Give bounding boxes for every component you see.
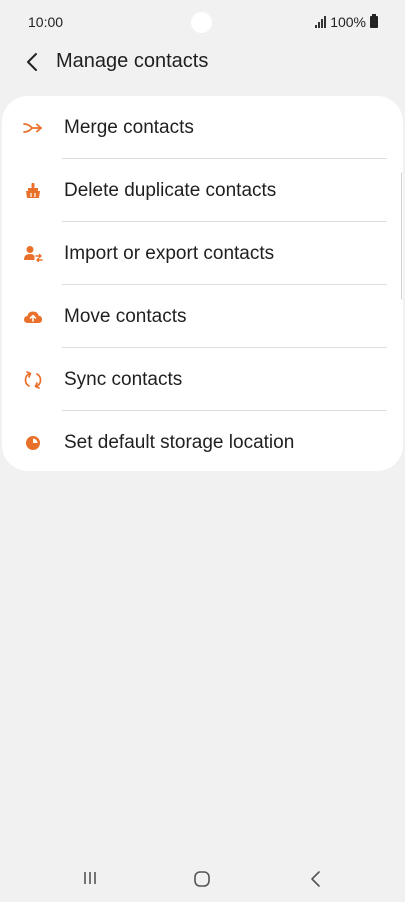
app-header: Manage contacts [0,42,405,82]
menu-item-move-contacts[interactable]: Move contacts [2,285,403,348]
menu-item-label: Move contacts [64,305,187,327]
home-icon [194,871,210,887]
delete-duplicates-icon [22,180,44,202]
menu-item-label: Delete duplicate contacts [64,179,277,201]
menu-item-delete-duplicate-contacts[interactable]: Delete duplicate contacts [2,159,403,222]
menu-item-label: Set default storage location [64,431,295,453]
menu-item-set-default-storage-location[interactable]: Set default storage location [2,411,403,471]
menu-item-import-export-contacts[interactable]: Import or export contacts [2,222,403,285]
sync-icon [22,369,44,391]
recent-apps-button[interactable] [78,868,102,888]
menu-item-label: Sync contacts [64,368,183,390]
back-icon [311,871,320,887]
menu-item-merge-contacts[interactable]: Merge contacts [2,96,403,159]
status-icons: 100% [315,14,378,30]
camera-cutout [191,12,212,33]
back-button[interactable] [18,48,46,76]
cloud-upload-icon [22,306,44,328]
signal-icon [315,16,327,28]
battery-icon [370,14,378,28]
recent-apps-icon [84,872,96,884]
menu-item-label: Merge contacts [64,116,194,138]
menu-item-label: Import or export contacts [64,242,275,264]
import-export-icon [22,243,44,265]
options-card: Merge contacts Delete duplicate contacts [2,96,403,471]
home-button[interactable] [190,867,214,891]
battery-percentage: 100% [330,14,366,30]
menu-item-sync-contacts[interactable]: Sync contacts [2,348,403,411]
status-bar: 10:00 100% [0,0,405,46]
back-nav-button[interactable] [304,867,328,891]
scroll-indicator[interactable] [401,172,405,300]
status-time: 10:00 [28,14,64,30]
navigation-bar [0,856,405,902]
chevron-left-icon [27,53,37,71]
merge-icon [22,117,44,139]
storage-pie-icon [22,432,44,454]
page-title: Manage contacts [56,50,209,72]
